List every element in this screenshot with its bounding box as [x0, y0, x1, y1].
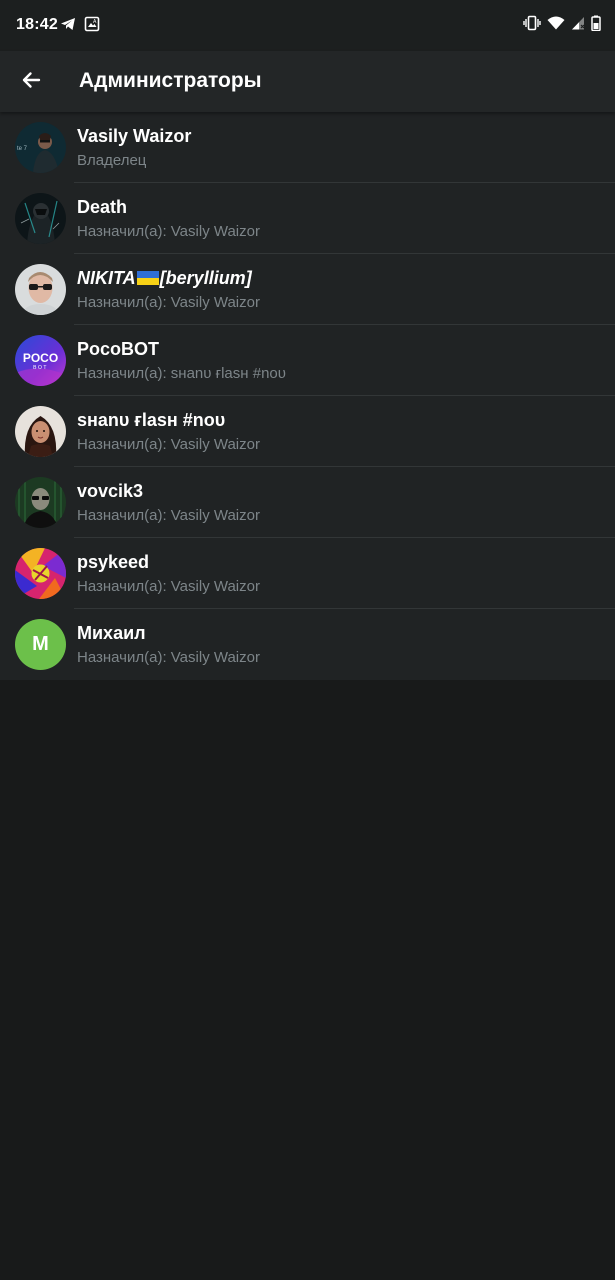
admin-name: PocoBOT	[77, 339, 160, 359]
wifi-icon	[547, 15, 565, 36]
admin-name: Михаил	[77, 623, 146, 643]
status-time: 18:42	[16, 16, 58, 33]
avatar: POCO BOT	[15, 335, 66, 386]
admin-role: Назначил(а): Vasily Waizor	[77, 578, 260, 595]
avatar-letter: M	[15, 619, 66, 670]
telegram-icon	[60, 16, 76, 37]
admin-role: Назначил(а): Vasily Waizor	[77, 649, 260, 666]
vibrate-icon	[523, 15, 541, 36]
admin-role: Назначил(а): sнanυ ғlasн #noυ	[77, 365, 286, 382]
admin-name-prefix: NIKITA	[77, 268, 136, 288]
admin-row-nikita[interactable]: NIKITA [beryllium] Назначил(а): Vasily Wa…	[0, 254, 615, 325]
admin-row-vasily-waizor[interactable]: te 7 Vasily Waizor Владелец	[0, 112, 615, 183]
avatar: te 7	[15, 122, 66, 173]
admin-role: Назначил(а): Vasily Waizor	[77, 436, 260, 453]
back-button[interactable]	[12, 63, 50, 101]
admin-role: Назначил(а): Vasily Waizor	[77, 223, 260, 240]
admin-name: sнanυ ғlasн #noυ	[77, 410, 226, 430]
back-arrow-icon	[21, 70, 41, 95]
admin-name: psykeed	[77, 552, 150, 572]
avatar	[15, 193, 66, 244]
admin-row-mikhail[interactable]: M Михаил Назначил(а): Vasily Waizor	[0, 609, 615, 680]
admin-name: NIKITA [beryllium]	[77, 268, 252, 289]
admin-role: Назначил(а): Vasily Waizor	[77, 507, 260, 524]
admin-row-pocobot[interactable]: POCO BOT PocoBOT Назначил(а): sнanυ ғlas…	[0, 325, 615, 396]
avatar	[15, 548, 66, 599]
admin-row-death[interactable]: Death Назначил(а): Vasily Waizor	[0, 183, 615, 254]
app-bar: Администраторы	[0, 51, 615, 112]
admin-list: te 7 Vasily Waizor Владелец Death Назнач…	[0, 112, 615, 680]
svg-text:te 7: te 7	[17, 146, 28, 152]
status-right-icons	[523, 15, 601, 36]
admin-name: Death	[77, 197, 128, 217]
avatar-text: POCO	[23, 351, 58, 365]
admin-row-psykeed[interactable]: psykeed Назначил(а): Vasily Waizor	[0, 538, 615, 609]
ukraine-flag-icon	[136, 269, 159, 285]
status-left-icons: A	[60, 16, 100, 37]
signal-icon	[571, 15, 585, 36]
battery-icon	[591, 15, 601, 36]
admin-row-shanu-flash[interactable]: sнanυ ғlasн #noυ Назначил(а): Vasily Wai…	[0, 396, 615, 467]
svg-text:A: A	[93, 19, 97, 25]
admin-name: Vasily Waizor	[77, 126, 192, 146]
avatar: M	[15, 619, 66, 670]
page-title: Администраторы	[79, 69, 262, 92]
avatar	[15, 264, 66, 315]
admin-role: Владелец	[77, 152, 147, 169]
admin-name: vovcik3	[77, 481, 144, 501]
status-bar: 18:42 A	[0, 0, 615, 51]
admin-row-vovcik3[interactable]: vovcik3 Назначил(а): Vasily Waizor	[0, 467, 615, 538]
admin-role: Назначил(а): Vasily Waizor	[77, 294, 260, 311]
avatar-subtext: BOT	[33, 365, 48, 371]
avatar	[15, 477, 66, 528]
image-notification-icon: A	[84, 16, 100, 37]
admin-name-suffix: [beryllium]	[159, 268, 252, 288]
avatar	[15, 406, 66, 457]
